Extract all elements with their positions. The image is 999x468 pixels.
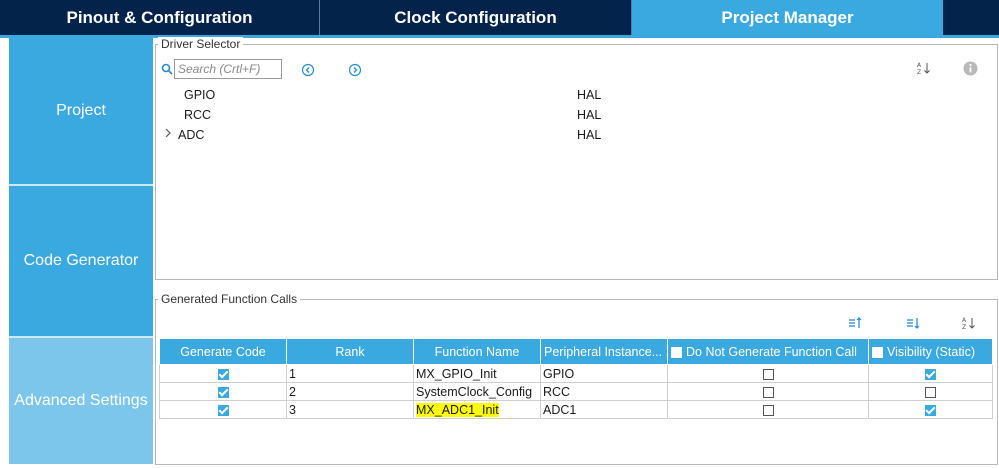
svg-text:A: A bbox=[917, 62, 922, 69]
column-header-do-not-generate[interactable]: Do Not Generate Function Call bbox=[667, 338, 869, 365]
driver-row-adc[interactable]: ADC HAL bbox=[156, 125, 856, 145]
visibility-static-checkbox[interactable] bbox=[925, 386, 936, 398]
sort-az-icon[interactable]: A Z bbox=[962, 316, 976, 330]
function-name-cell: MX_GPIO_Init bbox=[413, 364, 541, 383]
generated-function-calls-panel: Generated Function Calls A Z Generate Co… bbox=[155, 292, 998, 465]
highlighted-function-name: MX_ADC1_Init bbox=[416, 402, 499, 417]
sort-az-icon[interactable]: A Z bbox=[917, 61, 931, 75]
column-header-function-name[interactable]: Function Name bbox=[413, 338, 541, 365]
driver-search-input[interactable]: Search (Crtl+F) bbox=[174, 59, 282, 79]
table-header-row: Generate Code Rank Function Name Periphe… bbox=[159, 338, 993, 365]
sidebar-item-code-generator[interactable]: Code Generator bbox=[9, 186, 153, 336]
no-call-cell bbox=[667, 364, 869, 383]
driver-selector-panel: Driver Selector Search (Crtl+F) A Z GPIO… bbox=[155, 37, 998, 280]
do-not-generate-checkbox[interactable] bbox=[762, 386, 774, 398]
column-header-label: Do Not Generate Function Call bbox=[686, 344, 857, 359]
rank-cell: 1 bbox=[286, 364, 414, 383]
generate-code-checkbox[interactable] bbox=[217, 368, 229, 380]
svg-text:Z: Z bbox=[917, 69, 921, 75]
do-not-generate-checkbox[interactable] bbox=[762, 404, 774, 416]
generated-function-calls-table: Generate Code Rank Function Name Periphe… bbox=[159, 338, 993, 419]
driver-selector-title: Driver Selector bbox=[158, 37, 244, 51]
tab-project-manager[interactable]: Project Manager bbox=[632, 0, 943, 35]
chevron-right-icon[interactable] bbox=[348, 63, 362, 77]
driver-name: RCC bbox=[184, 108, 212, 122]
visibility-static-checkbox[interactable] bbox=[925, 368, 936, 380]
left-margin bbox=[0, 38, 9, 468]
generate-code-checkbox[interactable] bbox=[217, 404, 229, 416]
svg-text:Z: Z bbox=[962, 324, 966, 330]
driver-name: ADC bbox=[178, 128, 205, 142]
generate-code-cell bbox=[159, 364, 287, 383]
column-header-peripheral-instance[interactable]: Peripheral Instance... bbox=[540, 338, 668, 365]
no-call-cell bbox=[667, 382, 869, 401]
generate-code-checkbox[interactable] bbox=[217, 386, 229, 398]
driver-type[interactable]: HAL bbox=[577, 128, 601, 142]
peripheral-cell: ADC1 bbox=[540, 400, 668, 419]
table-row[interactable]: 2 SystemClock_Config RCC bbox=[159, 382, 993, 401]
sidebar-item-project[interactable]: Project bbox=[9, 38, 153, 184]
static-cell bbox=[868, 364, 993, 383]
driver-row-gpio[interactable]: GPIO HAL bbox=[156, 85, 856, 105]
sidebar-item-label: Code Generator bbox=[23, 252, 139, 269]
move-up-icon[interactable] bbox=[848, 317, 862, 329]
static-cell bbox=[868, 382, 993, 401]
column-header-rank[interactable]: Rank bbox=[286, 338, 414, 365]
tab-bar-filler bbox=[943, 0, 999, 35]
driver-type[interactable]: HAL bbox=[577, 108, 601, 122]
info-icon[interactable] bbox=[963, 61, 978, 76]
expand-chevron-icon[interactable] bbox=[164, 128, 172, 138]
peripheral-cell: RCC bbox=[540, 382, 668, 401]
top-tab-bar: Pinout & Configuration Clock Configurati… bbox=[0, 0, 999, 35]
search-icon bbox=[161, 63, 173, 75]
column-header-generate-code[interactable]: Generate Code bbox=[159, 338, 287, 365]
function-name-cell: MX_ADC1_Init bbox=[413, 400, 541, 419]
generated-function-calls-title: Generated Function Calls bbox=[158, 292, 301, 306]
rank-cell: 3 bbox=[286, 400, 414, 419]
svg-text:A: A bbox=[962, 317, 967, 324]
header-checkbox[interactable] bbox=[671, 346, 682, 358]
sidebar-item-advanced-settings[interactable]: Advanced Settings bbox=[9, 338, 153, 464]
sidebar-item-label: Advanced Settings bbox=[14, 392, 148, 409]
sidebar-item-label: Project bbox=[56, 102, 106, 119]
column-header-label: Visibility (Static) bbox=[887, 344, 975, 359]
peripheral-cell: GPIO bbox=[540, 364, 668, 383]
rank-cell: 2 bbox=[286, 382, 414, 401]
visibility-static-checkbox[interactable] bbox=[925, 404, 936, 416]
header-checkbox[interactable] bbox=[872, 346, 883, 358]
table-row[interactable]: 1 MX_GPIO_Init GPIO bbox=[159, 364, 993, 383]
tab-clock-configuration[interactable]: Clock Configuration bbox=[320, 0, 632, 35]
tab-pinout-configuration[interactable]: Pinout & Configuration bbox=[0, 0, 320, 35]
driver-row-rcc[interactable]: RCC HAL bbox=[156, 105, 856, 125]
generate-code-cell bbox=[159, 400, 287, 419]
function-name-cell: SystemClock_Config bbox=[413, 382, 541, 401]
column-header-visibility-static[interactable]: Visibility (Static) bbox=[868, 338, 993, 365]
move-down-icon[interactable] bbox=[906, 317, 920, 329]
driver-type[interactable]: HAL bbox=[577, 88, 601, 102]
static-cell bbox=[868, 400, 993, 419]
sidebar: Project Code Generator Advanced Settings bbox=[9, 38, 153, 464]
table-row[interactable]: 3 MX_ADC1_Init ADC1 bbox=[159, 400, 993, 419]
do-not-generate-checkbox[interactable] bbox=[762, 368, 774, 380]
generate-code-cell bbox=[159, 382, 287, 401]
driver-name: GPIO bbox=[184, 88, 216, 102]
chevron-left-icon[interactable] bbox=[301, 63, 315, 77]
no-call-cell bbox=[667, 400, 869, 419]
